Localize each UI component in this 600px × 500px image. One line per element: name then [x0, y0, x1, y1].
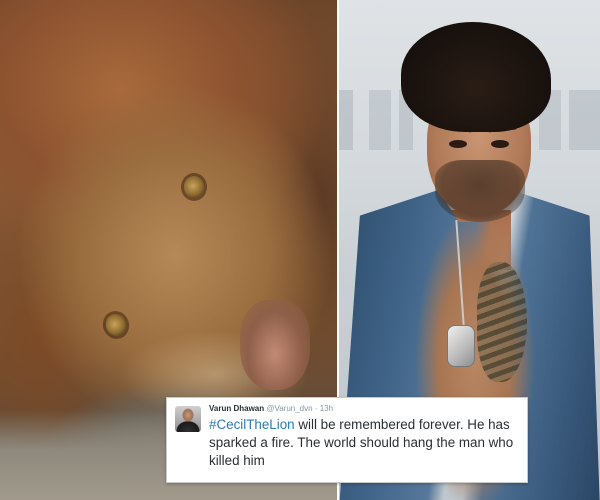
- hair: [401, 22, 551, 132]
- lion-eye: [184, 176, 204, 198]
- dog-tag: [447, 325, 475, 367]
- collage: Varun Dhawan @Varun_dvn · 13h #CecilTheL…: [0, 0, 600, 500]
- tweet-handle: @Varun_dvn: [266, 404, 313, 413]
- beard: [435, 160, 525, 222]
- tweet-display-name: Varun Dhawan: [209, 404, 265, 413]
- lion-nose: [240, 300, 310, 390]
- tweet-separator: ·: [314, 404, 318, 413]
- tweet-timestamp: 13h: [319, 404, 334, 413]
- tweet-hashtag: #CecilTheLion: [209, 417, 295, 432]
- tweet-text: #CecilTheLion will be remembered forever…: [209, 416, 521, 470]
- chest-tattoo: [477, 262, 527, 382]
- lion-eye: [102, 311, 130, 339]
- eye: [491, 140, 509, 148]
- tweet-header: Varun Dhawan @Varun_dvn · 13h: [209, 404, 333, 414]
- avatar: [175, 406, 201, 432]
- eye: [449, 140, 467, 148]
- tweet-card: Varun Dhawan @Varun_dvn · 13h #CecilTheL…: [166, 397, 528, 483]
